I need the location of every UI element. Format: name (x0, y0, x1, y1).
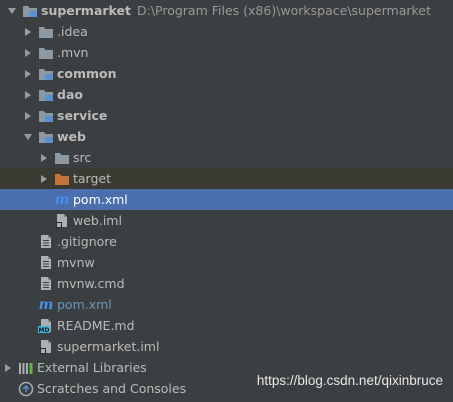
file-label-mvnw-cmd: mvnw.cmd (57, 276, 125, 291)
text-file-icon (38, 276, 54, 292)
tree-row-service[interactable]: service (0, 105, 453, 126)
chevron-right-icon[interactable] (2, 357, 14, 378)
tree-row-mvnw[interactable]: mvnw (0, 252, 453, 273)
chevron-right-icon[interactable] (22, 42, 34, 63)
folder-icon (38, 45, 54, 61)
chevron-right-icon[interactable] (22, 21, 34, 42)
tree-row-mvn[interactable]: .mvn (0, 42, 453, 63)
tree-row-gitignore[interactable]: .gitignore (0, 231, 453, 252)
module-label-dao: dao (57, 87, 83, 102)
tree-row-mvnw-cmd[interactable]: mvnw.cmd (0, 273, 453, 294)
folder-label-target: target (73, 171, 112, 186)
file-label-web-pom: pom.xml (73, 192, 128, 207)
watermark-text: https://blog.csdn.net/qixinbruce (256, 373, 443, 388)
library-icon (18, 360, 34, 376)
folder-icon (38, 24, 54, 40)
markdown-file-icon: MD (38, 318, 54, 334)
chevron-right-icon[interactable] (38, 147, 50, 168)
tree-row-readme[interactable]: MD README.md (0, 315, 453, 336)
scratches-icon (18, 381, 34, 397)
folder-label-mvn: .mvn (57, 45, 89, 60)
root-project-name: supermarket (41, 3, 131, 18)
file-label-root-iml: supermarket.iml (57, 339, 160, 354)
file-label-root-pom: pom.xml (57, 297, 112, 312)
text-file-icon (38, 234, 54, 250)
root-project-path: D:\Program Files (x86)\workspace\superma… (136, 3, 431, 18)
iml-file-icon (38, 339, 54, 355)
module-folder-icon (38, 87, 54, 103)
maven-icon: m (38, 296, 54, 313)
tree-row-target[interactable]: target (0, 168, 453, 189)
external-libraries-label: External Libraries (37, 360, 147, 375)
excluded-folder-icon (54, 171, 70, 187)
module-folder-icon (38, 129, 54, 145)
module-folder-icon (38, 108, 54, 124)
maven-icon: m (54, 191, 70, 208)
module-label-common: common (57, 66, 117, 81)
tree-row-root[interactable]: supermarket D:\Program Files (x86)\works… (0, 0, 453, 21)
tree-row-src[interactable]: src (0, 147, 453, 168)
folder-label-src: src (73, 150, 92, 165)
module-folder-icon (38, 66, 54, 82)
chevron-right-icon[interactable] (22, 105, 34, 126)
scratches-label: Scratches and Consoles (37, 381, 187, 396)
project-tree: supermarket D:\Program Files (x86)\works… (0, 0, 453, 402)
tree-row-web-iml[interactable]: web.iml (0, 210, 453, 231)
file-label-readme: README.md (57, 318, 135, 333)
module-folder-icon (22, 3, 38, 19)
iml-file-icon (54, 213, 70, 229)
tree-row-web-pom[interactable]: m pom.xml (0, 189, 453, 210)
folder-icon (54, 150, 70, 166)
tree-row-root-pom[interactable]: m pom.xml (0, 294, 453, 315)
module-label-service: service (57, 108, 108, 123)
folder-label-idea: .idea (57, 24, 88, 39)
module-label-web: web (57, 129, 86, 144)
markdown-badge-text: MD (39, 327, 50, 333)
file-label-mvnw: mvnw (57, 255, 95, 270)
file-label-web-iml: web.iml (73, 213, 122, 228)
tree-row-dao[interactable]: dao (0, 84, 453, 105)
tree-row-web[interactable]: web (0, 126, 453, 147)
chevron-right-icon[interactable] (22, 63, 34, 84)
tree-row-idea[interactable]: .idea (0, 21, 453, 42)
chevron-right-icon[interactable] (22, 84, 34, 105)
text-file-icon (38, 255, 54, 271)
chevron-down-icon[interactable] (22, 126, 34, 147)
tree-row-common[interactable]: common (0, 63, 453, 84)
chevron-down-icon[interactable] (6, 0, 18, 21)
chevron-right-icon[interactable] (38, 168, 50, 189)
tree-row-root-iml[interactable]: supermarket.iml (0, 336, 453, 357)
file-label-gitignore: .gitignore (57, 234, 117, 249)
